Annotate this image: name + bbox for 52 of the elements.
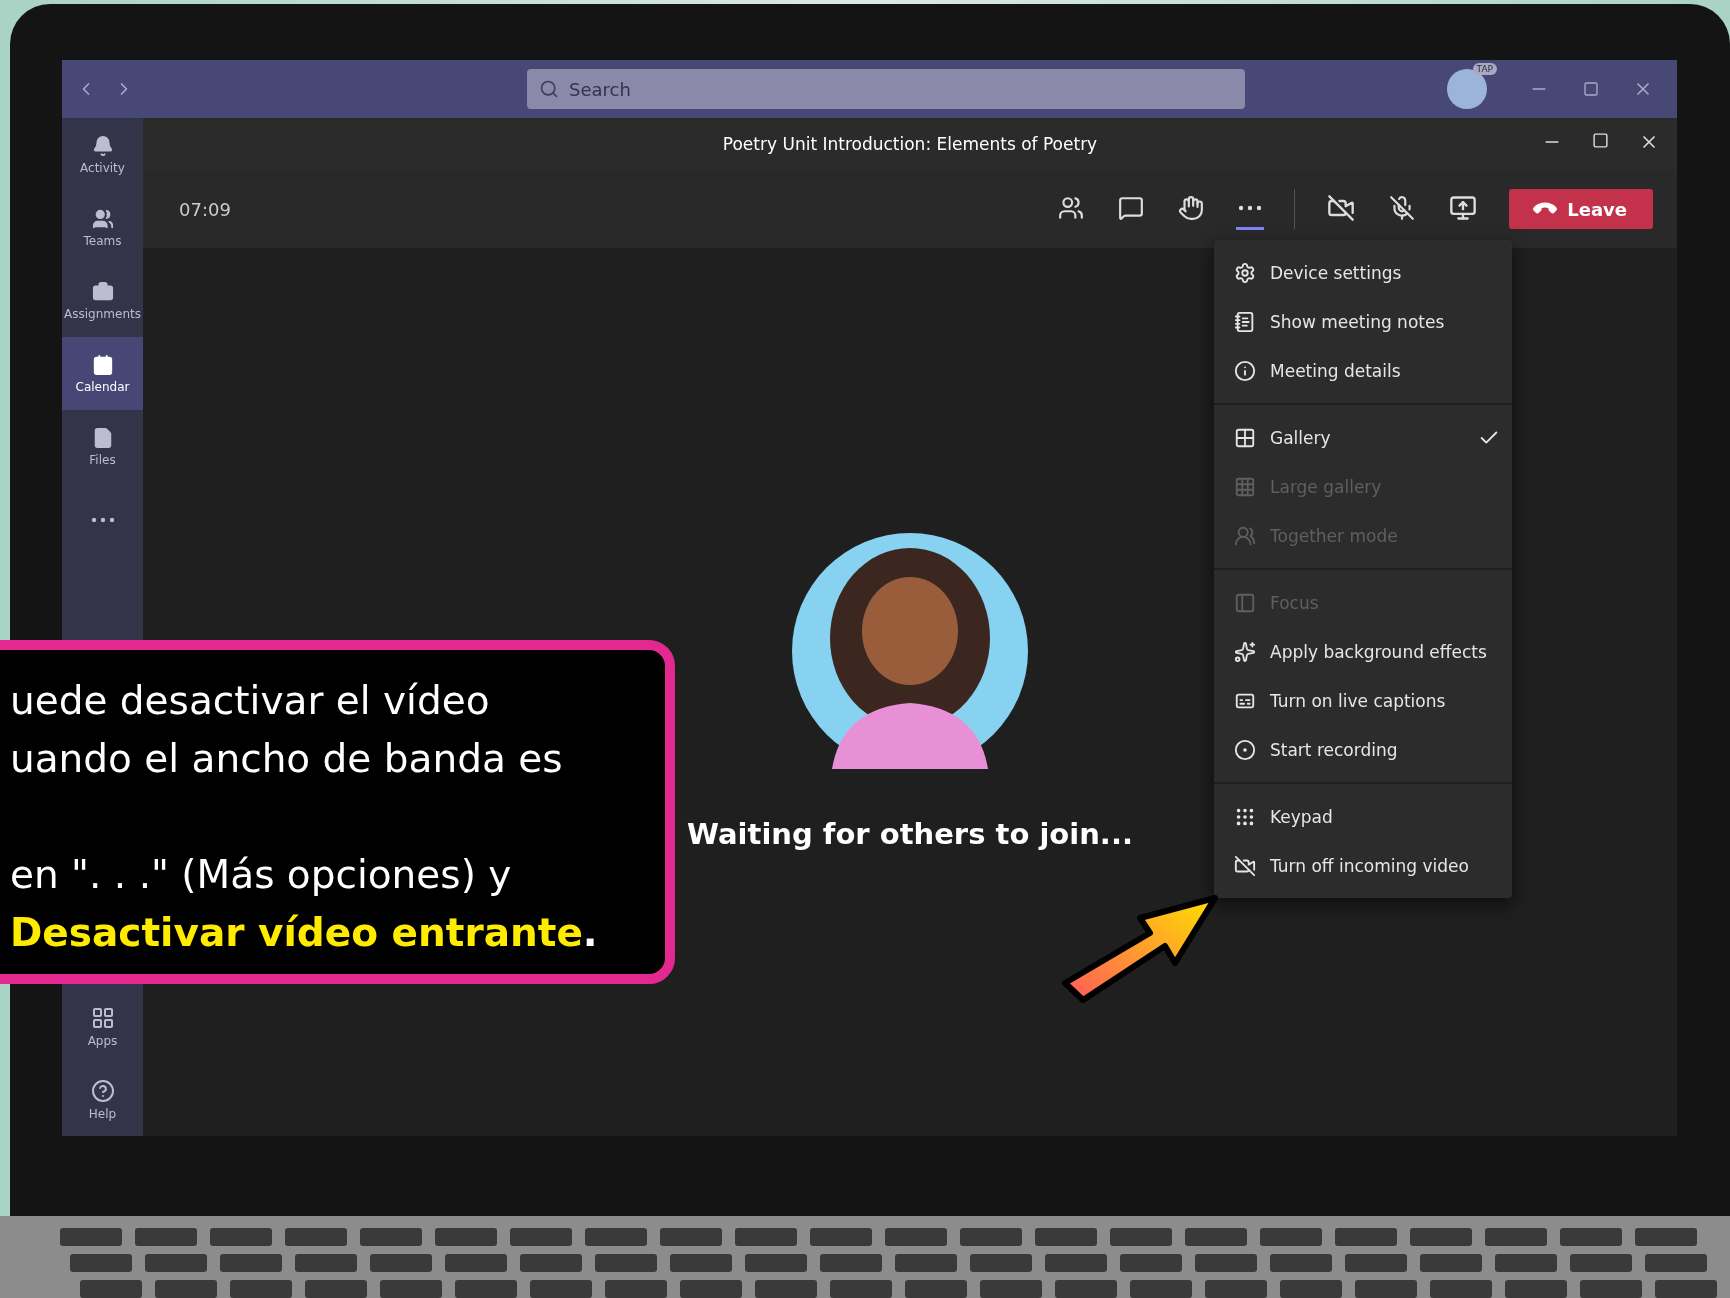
sidebar-icon bbox=[90, 1078, 115, 1103]
search-field[interactable]: Search bbox=[527, 69, 1245, 109]
menu-item[interactable]: Apply background effects bbox=[1214, 627, 1512, 676]
sidebar-icon bbox=[91, 280, 114, 303]
callout-text: uando el ancho de banda es bbox=[10, 735, 563, 783]
sidebar-item[interactable]: Teams bbox=[62, 191, 143, 264]
menu-item[interactable]: Turn on live captions bbox=[1214, 676, 1512, 725]
notes-icon bbox=[1234, 310, 1256, 333]
sidebar-item[interactable]: Apps bbox=[62, 990, 143, 1063]
sidebar-icon bbox=[91, 353, 114, 376]
menu-item[interactable]: Show meeting notes bbox=[1214, 297, 1512, 346]
callout-text: uede desactivar el vídeo bbox=[10, 677, 490, 725]
sidebar-item[interactable]: Activity bbox=[62, 118, 143, 191]
search-icon bbox=[539, 79, 559, 99]
menu-item[interactable]: Keypad bbox=[1214, 792, 1512, 841]
sidebar-icon bbox=[91, 207, 114, 230]
menu-item[interactable]: Start recording bbox=[1214, 725, 1512, 774]
video-off-icon bbox=[1234, 854, 1256, 877]
leave-button[interactable]: Leave bbox=[1509, 189, 1653, 229]
sidebar-item[interactable]: Files bbox=[62, 410, 143, 483]
sidebar-icon bbox=[90, 1005, 115, 1030]
more-icon bbox=[1238, 204, 1263, 211]
meeting-title: Poetry Unit Introduction: Elements of Poetry bbox=[722, 134, 1098, 154]
chat-icon bbox=[1118, 194, 1145, 221]
menu-item[interactable]: Gallery bbox=[1214, 413, 1512, 462]
more-icon bbox=[90, 516, 115, 523]
info-icon bbox=[1234, 359, 1256, 382]
grid-icon bbox=[1234, 426, 1256, 449]
people-icon bbox=[1234, 524, 1256, 547]
sidebar-item[interactable]: Help bbox=[62, 1063, 143, 1136]
sidebar-icon bbox=[91, 134, 114, 157]
avatar-badge: TAP bbox=[1472, 63, 1497, 75]
sidebar-item[interactable]: Assignments bbox=[62, 264, 143, 337]
maximize-icon[interactable] bbox=[1592, 132, 1609, 149]
settings-icon bbox=[1234, 261, 1256, 284]
meeting-timer: 07:09 bbox=[179, 198, 231, 220]
menu-item[interactable]: Turn off incoming video bbox=[1214, 841, 1512, 890]
menu-item[interactable]: Meeting details bbox=[1214, 346, 1512, 395]
large-grid-icon bbox=[1234, 475, 1256, 498]
share-screen-icon bbox=[1449, 193, 1478, 222]
sidebar-item[interactable]: Calendar bbox=[62, 337, 143, 410]
sparkles-icon bbox=[1234, 640, 1256, 663]
waiting-message: Waiting for others to join... bbox=[687, 817, 1133, 851]
people-icon bbox=[1058, 194, 1085, 221]
camera-off-icon bbox=[1327, 193, 1356, 222]
callout-text: en ". . ." (Más opciones) y bbox=[10, 851, 512, 899]
record-icon bbox=[1234, 738, 1256, 761]
menu-item[interactable]: Device settings bbox=[1214, 248, 1512, 297]
hand-icon bbox=[1178, 194, 1205, 221]
callout-text: Desactivar vídeo entrante. bbox=[10, 909, 598, 957]
mic-off-icon bbox=[1389, 194, 1416, 221]
panel-icon bbox=[1234, 591, 1256, 614]
